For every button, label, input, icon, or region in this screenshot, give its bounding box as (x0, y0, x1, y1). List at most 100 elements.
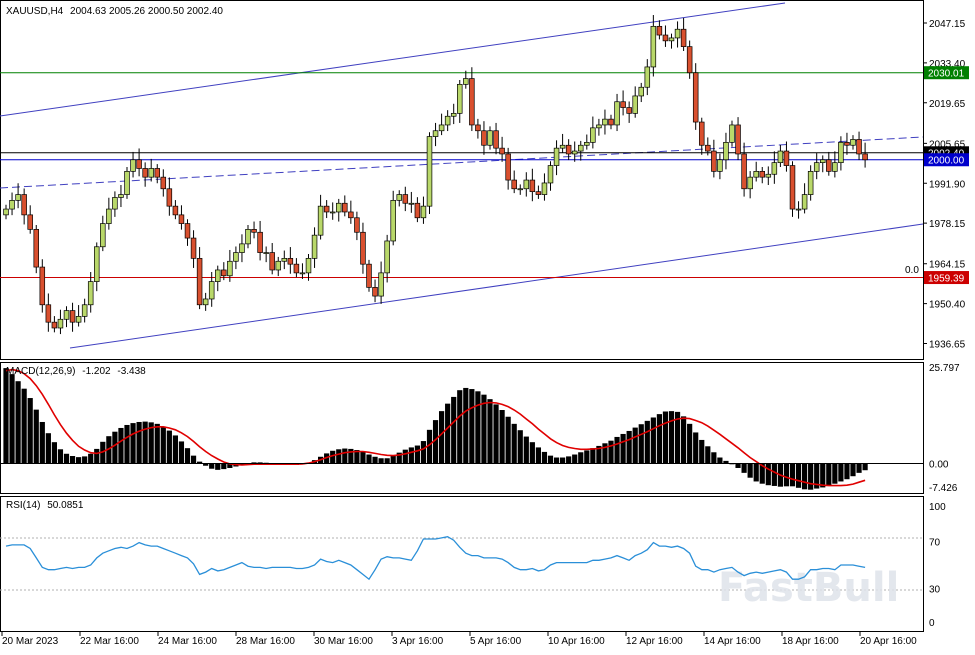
candle-body (747, 176, 753, 190)
time-tick-label: 5 Apr 16:00 (470, 636, 522, 647)
candle-body (650, 25, 657, 68)
time-tick-label: 30 Mar 16:00 (314, 636, 373, 647)
candle-body (378, 272, 384, 297)
macd-bar (342, 448, 348, 464)
candle-body (753, 171, 759, 178)
candle-body (402, 194, 409, 204)
candle-body (233, 252, 239, 262)
macd-bar (384, 458, 390, 464)
macd-bar (626, 430, 632, 464)
candle-body (75, 316, 82, 323)
macd-bar (360, 451, 366, 464)
candle-body (856, 139, 862, 155)
macd-bar (154, 423, 160, 464)
macd-bar (826, 463, 832, 486)
trading-chart: XAUUSD,H4 2004.63 2005.26 2000.50 2002.4… (0, 0, 975, 650)
macd-bar (160, 426, 166, 464)
macd-bar (693, 432, 699, 464)
macd-bar (638, 424, 644, 464)
candle-body (620, 101, 626, 108)
rsi-scale-label: 70 (929, 537, 941, 548)
candle-body (475, 124, 481, 132)
macd-bar (166, 430, 172, 464)
candle-body (783, 150, 790, 166)
macd-bar (190, 455, 197, 464)
candle-body (63, 310, 70, 320)
candle-body (251, 229, 257, 233)
candle-body (118, 194, 124, 198)
candle-body (27, 214, 33, 230)
candle-body (239, 243, 245, 253)
candle-body (166, 188, 173, 207)
candle-body (565, 144, 572, 155)
candle-body (432, 130, 439, 137)
price-tag-label: 2030.01 (928, 69, 965, 80)
macd-bar (705, 446, 711, 464)
macd-bar (523, 436, 529, 464)
candle-body (517, 188, 523, 191)
candle-body (9, 200, 15, 210)
candle-body (148, 168, 154, 178)
macd-bar (221, 463, 227, 470)
candle-body (850, 139, 856, 146)
macd-bar (112, 431, 118, 464)
candle-body (795, 208, 802, 211)
candle-body (469, 78, 475, 126)
macd-bar (3, 368, 9, 464)
macd-bar (614, 436, 620, 464)
candle-body (420, 205, 427, 219)
candle-body (39, 266, 46, 306)
candle-body (275, 260, 282, 271)
macd-bar (372, 456, 378, 464)
candle-body (632, 95, 638, 114)
macd-bar (862, 463, 868, 471)
rsi-scale-label: 0 (929, 618, 935, 629)
candle-body (221, 269, 227, 277)
candle-body (360, 231, 366, 265)
candle-body (414, 202, 421, 219)
candle-body (638, 86, 644, 97)
candle-body (608, 118, 614, 126)
fib-level-label: 0.0 (905, 265, 919, 276)
macd-bar (451, 396, 457, 464)
candle-body (263, 252, 269, 254)
macd-bar (439, 411, 445, 464)
candle-body (759, 171, 765, 178)
price-tag-label: 2000.00 (928, 156, 965, 167)
candle-body (269, 252, 275, 271)
candle-body (396, 194, 403, 201)
price-tick-label: 1978.15 (929, 219, 966, 230)
candle-body (390, 200, 396, 242)
macd-bar (445, 403, 451, 464)
candle-body (196, 258, 203, 306)
candle-body (342, 202, 348, 213)
macd-bar (330, 450, 336, 464)
candle-body (801, 194, 808, 210)
candle-body (293, 263, 300, 274)
candle-body (438, 124, 445, 132)
macd-bar (608, 440, 614, 464)
candle-body (51, 321, 58, 329)
price-tick-label: 1964.15 (929, 260, 966, 271)
rsi-value: 50.0851 (47, 500, 84, 511)
candle-body (366, 263, 372, 288)
candle-body (124, 171, 130, 195)
macd-bar (493, 404, 499, 464)
macd-bar (856, 463, 862, 473)
candle-body (21, 194, 27, 216)
candle-body (69, 310, 76, 323)
candle-body (323, 205, 330, 213)
time-tick-label: 18 Apr 16:00 (782, 636, 839, 647)
candle-body (457, 83, 463, 114)
macd-bar (590, 448, 596, 464)
macd-bar (178, 441, 185, 464)
macd-bar (378, 458, 384, 464)
price-tick-label: 1936.65 (929, 340, 966, 351)
time-tick-label: 24 Mar 16:00 (158, 636, 217, 647)
macd-bar (656, 414, 662, 464)
macd-bar (541, 451, 548, 464)
macd-bar (33, 409, 39, 464)
candle-body (100, 223, 106, 248)
candle-body (686, 46, 693, 74)
macd-bar (735, 463, 741, 468)
